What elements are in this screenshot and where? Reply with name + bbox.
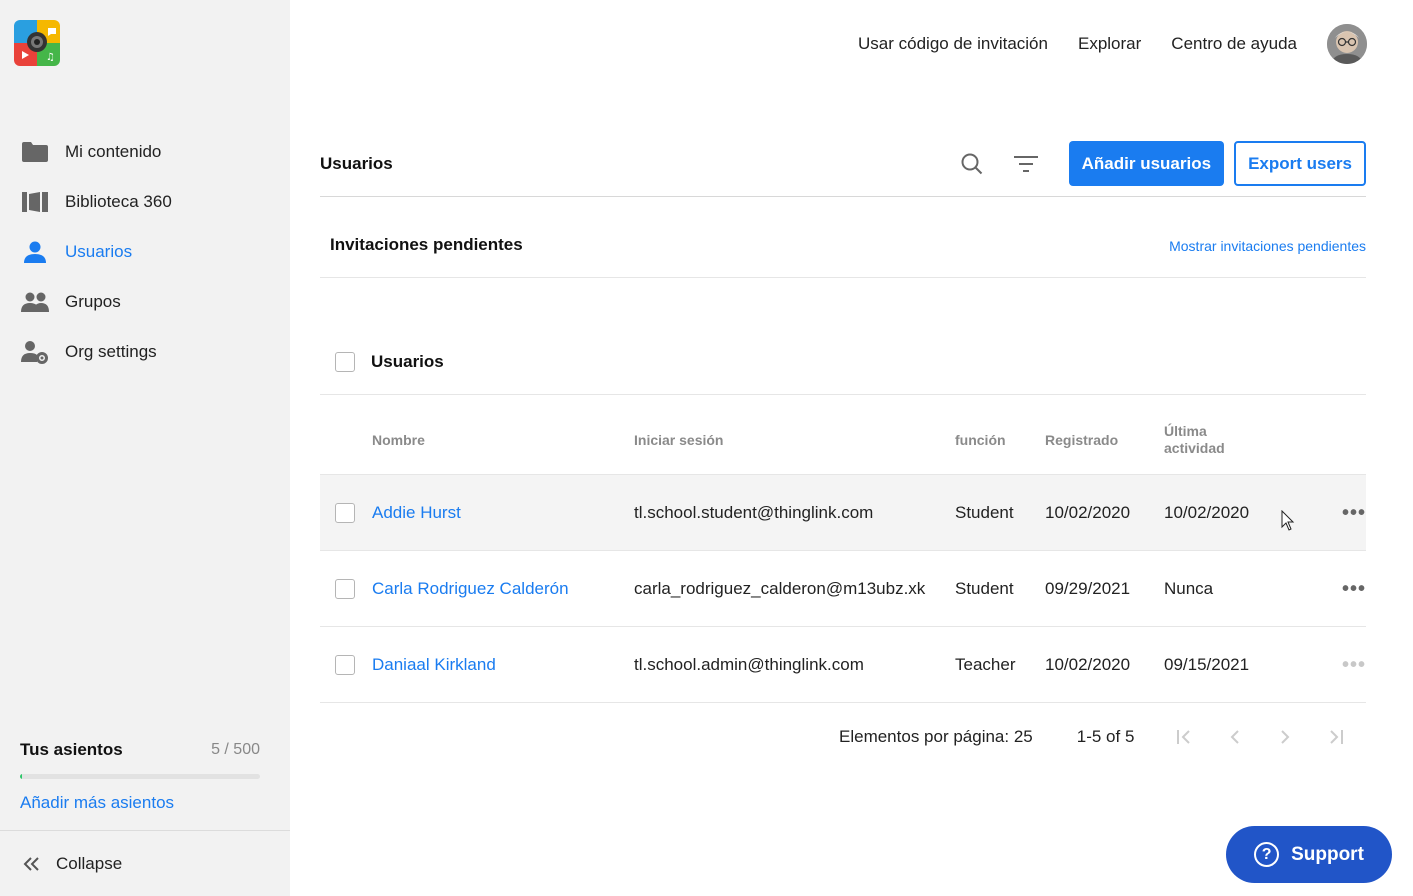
table-header: Nombre Iniciar sesión función Registrado… [320,405,1366,475]
user-role: Student [955,502,1014,522]
select-all-checkbox[interactable] [335,352,355,372]
more-options-icon[interactable]: ••• [1342,503,1366,523]
column-header-role[interactable]: función [955,432,1045,448]
user-login: tl.school.admin@thinglink.com [634,654,864,674]
pending-invitations: Invitaciones pendientes Mostrar invitaci… [320,214,1366,278]
add-users-button[interactable]: Añadir usuarios [1068,141,1225,186]
seats-count: 5 / 500 [211,741,260,758]
sidebar-item-usuarios[interactable]: Usuarios [0,227,290,277]
sidebar-item-label: Biblioteca 360 [65,192,172,211]
users-table: Nombre Iniciar sesión función Registrado… [320,405,1366,703]
users-section-header: Usuarios [320,330,1366,395]
avatar[interactable] [1327,24,1367,64]
user-icon [21,240,49,264]
user-registered: 10/02/2020 [1045,654,1131,674]
next-page-button[interactable] [1270,722,1300,752]
last-page-button[interactable] [1320,722,1350,752]
sidebar-item-label: Grupos [65,292,121,311]
sidebar-item-label: Org settings [65,342,157,361]
table-row[interactable]: Carla Rodriguez Calderón carla_rodriguez… [320,551,1366,627]
row-checkbox[interactable] [335,654,355,675]
support-label: Support [1291,843,1364,865]
top-nav: Usar código de invitación Explorar Centr… [828,24,1367,64]
sidebar-nav: Mi contenido Biblioteca 360 Usuarios Gru… [0,127,290,377]
sidebar-item-label: Mi contenido [65,142,162,161]
column-header-registered[interactable]: Registrado [1045,432,1164,448]
column-header-login[interactable]: Iniciar sesión [634,432,955,448]
user-role: Teacher [955,654,1016,674]
user-last-activity: 10/02/2020 [1164,502,1250,522]
table-row[interactable]: Daniaal Kirkland tl.school.admin@thingli… [320,627,1366,703]
search-icon [961,153,982,174]
double-chevron-left-icon [23,856,39,871]
search-button[interactable] [957,149,987,179]
user-last-activity: Nunca [1164,578,1214,598]
pagination: Elementos por página: 25 1-5 of 5 [839,722,1350,752]
user-role: Student [955,578,1014,598]
user-name-link[interactable]: Carla Rodriguez Calderón [372,579,569,598]
previous-page-button[interactable] [1220,722,1250,752]
app-logo[interactable]: ♫ [14,20,60,66]
svg-text:♫: ♫ [46,52,55,63]
seats-progress-bar [20,774,260,779]
user-last-activity: 09/15/2021 [1164,654,1250,674]
help-circle-icon: ? [1254,842,1280,867]
collapse-button[interactable]: Collapse [0,830,290,896]
chevron-right-icon [1281,730,1290,744]
column-header-last-activity[interactable]: Última actividad [1164,423,1292,457]
column-header-last-activity-line1: Última [1164,422,1207,439]
first-page-icon [1177,730,1191,744]
user-login: carla_rodriguez_calderon@m13ubz.xk [634,578,926,598]
seats-title: Tus asientos [20,740,123,759]
more-options-icon[interactable]: ••• [1342,655,1366,675]
avatar-icon [1327,24,1367,64]
sidebar: ♫ Mi contenido Biblioteca 360 Usuarios G… [0,0,290,896]
user-name-link[interactable]: Addie Hurst [372,503,461,522]
mouse-cursor-icon [1281,510,1295,531]
explore-link[interactable]: Explorar [1078,34,1141,54]
sidebar-item-mi-contenido[interactable]: Mi contenido [0,127,290,177]
page-range: 1-5 of 5 [1076,727,1135,746]
user-gear-icon [21,340,49,364]
sidebar-item-label: Usuarios [65,242,133,261]
seats-progress-fill [20,774,23,779]
column-header-last-activity-line2: actividad [1164,439,1225,456]
sidebar-item-grupos[interactable]: Grupos [0,277,290,327]
sidebar-item-org-settings[interactable]: Org settings [0,327,290,377]
items-per-page[interactable]: Elementos por página: 25 [839,727,1033,747]
collapse-label: Collapse [56,853,123,873]
logo-icon: ♫ [14,20,60,66]
sidebar-item-biblioteca[interactable]: Biblioteca 360 [0,177,290,227]
group-icon [21,290,49,314]
user-registered: 09/29/2021 [1045,578,1131,598]
table-row[interactable]: Addie Hurst tl.school.student@thinglink.… [320,475,1366,551]
add-seats-link[interactable]: Añadir más asientos [20,793,260,813]
row-checkbox[interactable] [335,578,355,599]
folder-icon [21,140,49,164]
invite-code-link[interactable]: Usar código de invitación [858,34,1048,54]
help-center-link[interactable]: Centro de ayuda [1171,34,1297,54]
more-options-icon[interactable]: ••• [1342,579,1366,599]
first-page-button[interactable] [1170,722,1200,752]
seats-panel: Tus asientos 5 / 500 Añadir más asientos [20,740,260,813]
chevron-left-icon [1230,730,1240,744]
user-registered: 10/02/2020 [1045,502,1131,522]
row-checkbox[interactable] [335,502,355,523]
pending-invitations-title: Invitaciones pendientes [330,234,523,254]
show-pending-invitations-link[interactable]: Mostrar invitaciones pendientes [1169,238,1366,254]
filter-button[interactable] [1011,149,1041,179]
page-title: Usuarios [320,153,393,173]
page-header: Usuarios Añadir usuarios Export users [320,141,1366,197]
export-users-button[interactable]: Export users [1234,141,1366,186]
filter-icon [1013,155,1038,172]
last-page-icon [1330,730,1344,744]
user-login: tl.school.student@thinglink.com [634,502,874,522]
users-section-title: Usuarios [371,352,444,371]
support-button[interactable]: ? Support [1226,826,1392,883]
user-name-link[interactable]: Daniaal Kirkland [372,655,496,674]
column-header-name[interactable]: Nombre [372,432,634,448]
library-icon [21,190,49,214]
